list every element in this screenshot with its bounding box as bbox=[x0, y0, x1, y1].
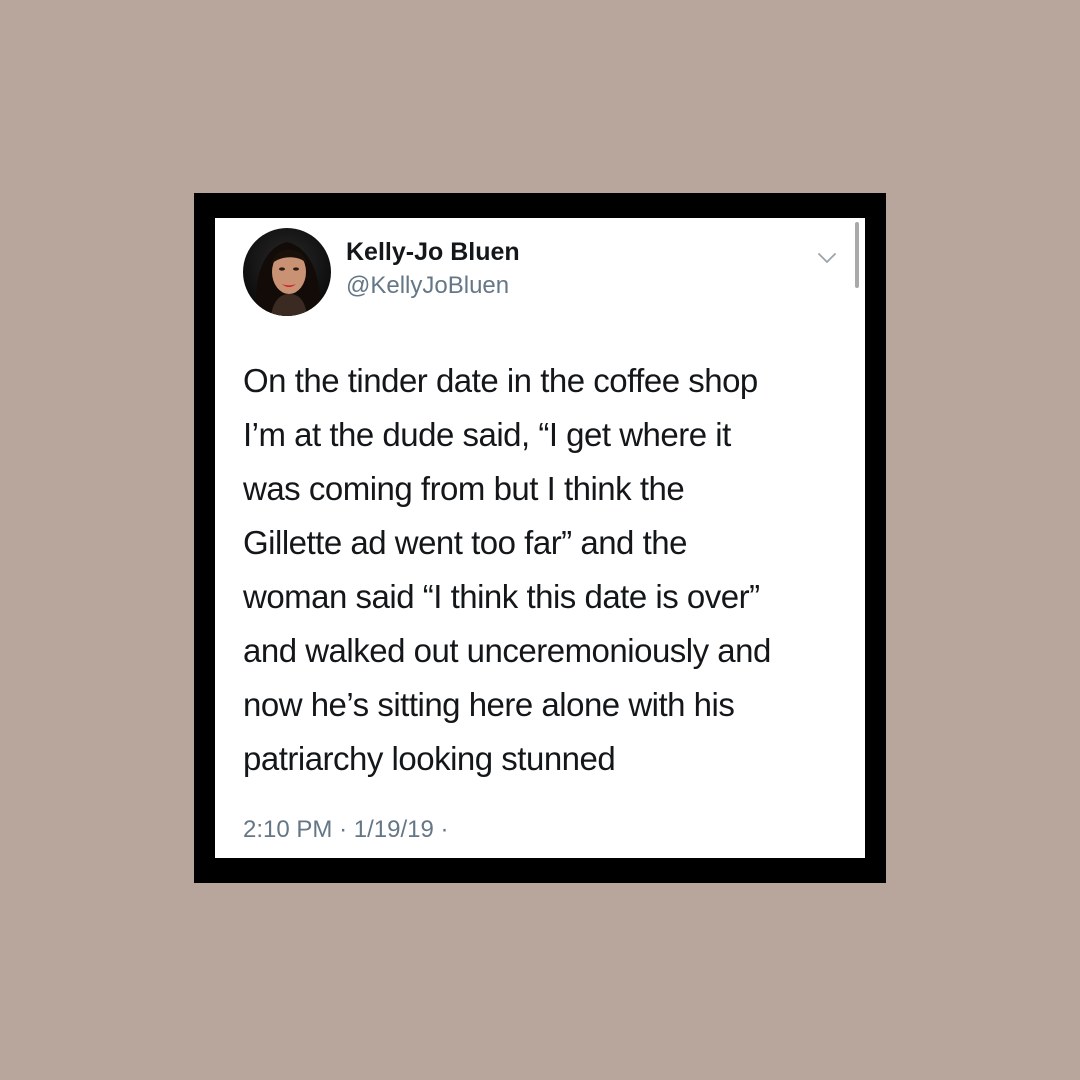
tweet-timestamp: 2:10 PM · 1/19/19 · bbox=[243, 816, 448, 844]
scrollbar[interactable] bbox=[855, 222, 859, 288]
display-name[interactable]: Kelly-Jo Bluen bbox=[346, 238, 520, 267]
tweet-date[interactable]: 1/19/19 bbox=[354, 816, 434, 843]
separator-dot-trailing: · bbox=[440, 816, 449, 843]
tweet-text: On the tinder date in the coffee shop I’… bbox=[243, 362, 771, 777]
tweet-card: Kelly-Jo Bluen @KellyJoBluen On the tind… bbox=[215, 218, 865, 858]
avatar[interactable] bbox=[243, 228, 331, 316]
user-handle[interactable]: @KellyJoBluen bbox=[346, 272, 509, 300]
profile-photo-icon bbox=[243, 228, 331, 316]
separator-dot: · bbox=[339, 816, 348, 843]
tweet-time[interactable]: 2:10 PM bbox=[243, 816, 332, 843]
chevron-down-icon[interactable] bbox=[815, 246, 839, 270]
